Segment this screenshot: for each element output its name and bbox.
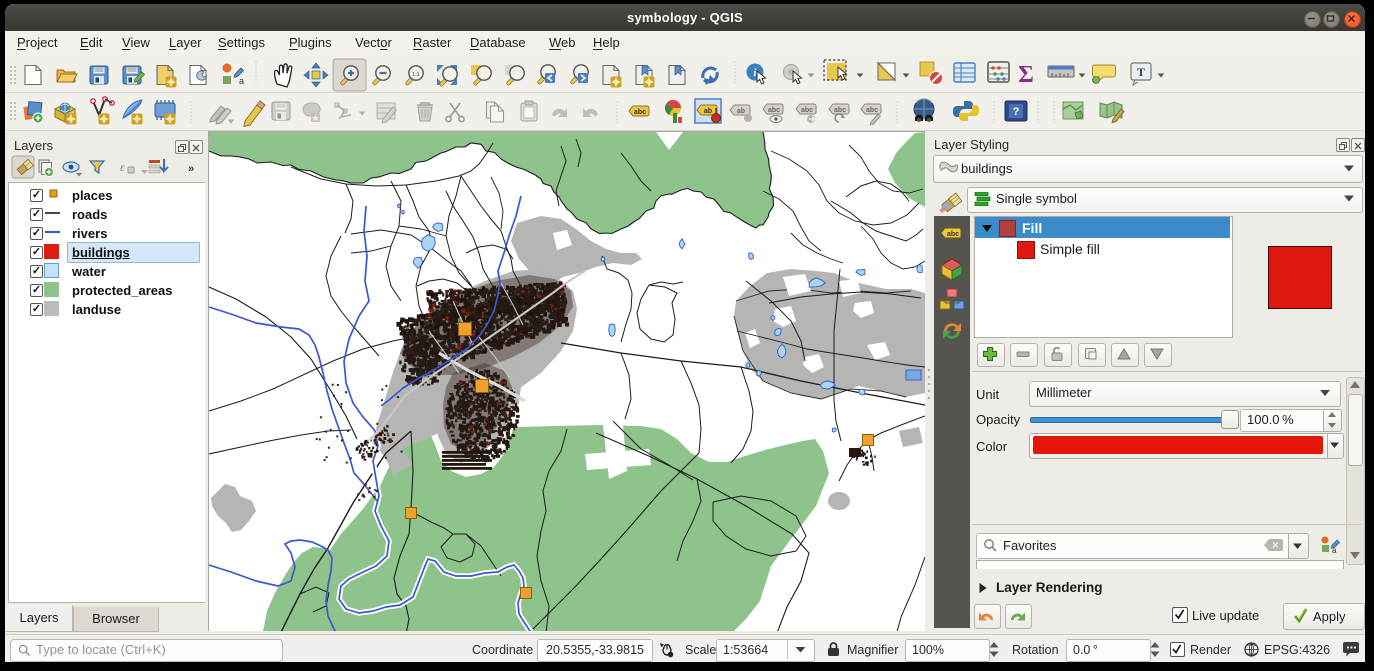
svg-text:ab: ab — [704, 108, 712, 115]
svg-text:abc: abc — [947, 231, 959, 238]
svg-text:abc: abc — [768, 107, 780, 114]
svg-text:1:1: 1:1 — [412, 72, 420, 78]
svg-text:abc: abc — [834, 107, 846, 114]
svg-text:a: a — [239, 76, 244, 86]
svg-text:ab: ab — [737, 108, 745, 115]
svg-text:Σ: Σ — [1018, 62, 1034, 88]
svg-text:a: a — [1332, 546, 1337, 555]
svg-text:abc: abc — [866, 107, 878, 114]
svg-text:abc: abc — [801, 107, 813, 114]
svg-text:?: ? — [1013, 106, 1020, 118]
svg-text:ε: ε — [120, 160, 125, 174]
svg-text:T: T — [1137, 65, 1145, 79]
svg-text:abc: abc — [634, 109, 646, 116]
svg-text:»: » — [188, 163, 194, 175]
